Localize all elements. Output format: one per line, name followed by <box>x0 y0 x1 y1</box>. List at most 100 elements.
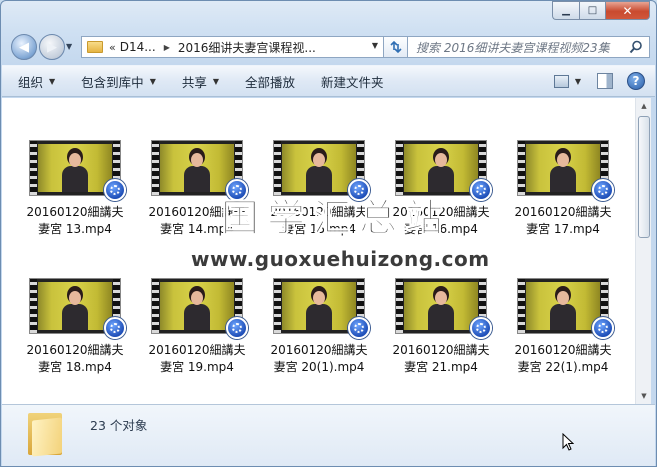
media-player-classic-icon <box>470 317 492 339</box>
refresh-button[interactable] <box>384 36 409 58</box>
file-name-line: 20160120細講夫 <box>392 343 490 357</box>
recent-pages-dropdown[interactable]: ▼ <box>66 42 72 51</box>
view-controls: ▼ ? <box>553 72 645 90</box>
video-file-thumbnail-icon <box>395 278 492 339</box>
file-item[interactable]: 20160120細講夫 妻宮 13.mp4 <box>20 140 130 238</box>
breadcrumb-segment[interactable]: D14... <box>120 40 156 54</box>
video-file-thumbnail-icon <box>273 140 370 201</box>
file-name: 20160120細講夫 妻宮 17.mp4 <box>508 204 618 238</box>
maximize-button[interactable]: □ <box>579 1 605 20</box>
breadcrumb-arrow-icon[interactable]: ▶ <box>164 43 170 52</box>
file-name: 20160120細講夫 妻宮 20(1).mp4 <box>264 342 374 376</box>
video-file-thumbnail-icon <box>151 140 248 201</box>
file-name: 20160120細講夫 妻宮 16.mp4 <box>386 204 496 238</box>
file-name-line: 20160120細講夫 <box>148 343 246 357</box>
file-item[interactable]: 20160120細講夫 妻宮 19.mp4 <box>142 278 252 376</box>
vertical-scrollbar[interactable]: ▲ ▼ <box>635 98 651 404</box>
organize-label: 组织 <box>18 74 44 90</box>
chevron-down-icon: ▼ <box>212 76 220 86</box>
file-name: 20160120細講夫 妻宮 18.mp4 <box>20 342 130 376</box>
play-all-button[interactable]: 全部播放 <box>245 72 295 91</box>
scroll-down-arrow[interactable]: ▼ <box>636 388 652 404</box>
close-button[interactable]: ✕ <box>605 1 650 20</box>
chevron-down-icon: ▼ <box>149 76 156 86</box>
file-name: 20160120細講夫 妻宮 15.mp4 <box>264 204 374 238</box>
file-name-line: 妻宮 19.mp4 <box>160 360 234 374</box>
scrollbar-thumb[interactable] <box>638 116 650 238</box>
details-pane: 23 个对象 <box>2 404 655 466</box>
file-name-line: 20160120細講夫 <box>514 343 612 357</box>
file-name: 20160120細講夫 妻宮 22(1).mp4 <box>508 342 618 376</box>
video-file-thumbnail-icon <box>151 278 248 339</box>
video-file-thumbnail-icon <box>29 140 126 201</box>
file-item[interactable]: 20160120細講夫 妻宮 17.mp4 <box>508 140 618 238</box>
video-file-thumbnail-icon <box>273 278 370 339</box>
file-name-line: 20160120細講夫 <box>26 205 124 219</box>
view-options-dropdown[interactable]: ▼ <box>575 77 581 86</box>
change-view-icon[interactable] <box>553 74 569 88</box>
media-player-classic-icon <box>226 317 248 339</box>
organize-menu[interactable]: 组织 ▼ <box>18 72 55 91</box>
media-player-classic-icon <box>470 179 492 201</box>
refresh-icon <box>390 40 402 54</box>
file-name-line: 20160120細講夫 <box>392 205 490 219</box>
back-button[interactable]: ◀ <box>11 34 37 60</box>
preview-pane-icon[interactable] <box>597 73 613 89</box>
file-item[interactable]: 20160120細講夫 妻宮 21.mp4 <box>386 278 496 376</box>
address-history-chevron[interactable]: « <box>109 41 116 54</box>
file-item[interactable]: 20160120細講夫 妻宮 18.mp4 <box>20 278 130 376</box>
address-dropdown-icon[interactable]: ▼ <box>372 41 378 50</box>
file-item[interactable]: 20160120細講夫 妻宮 16.mp4 <box>386 140 496 238</box>
share-label: 共享 <box>181 74 207 90</box>
file-name-line: 妻宮 17.mp4 <box>526 222 600 236</box>
folder-icon <box>87 41 103 53</box>
file-name: 20160120細講夫 妻宮 21.mp4 <box>386 342 496 376</box>
media-player-classic-icon <box>226 179 248 201</box>
media-player-classic-icon <box>104 179 126 201</box>
video-file-thumbnail-icon <box>517 278 614 339</box>
play-all-label: 全部播放 <box>245 74 296 90</box>
file-list: 20160120細講夫 妻宮 13.mp4 20160120細講夫 妻宮 14.mp4… <box>2 98 635 404</box>
scroll-up-arrow[interactable]: ▲ <box>636 98 652 114</box>
media-player-classic-icon <box>348 179 370 201</box>
search-placeholder: 搜索 2016细讲夫妻宫课程视频23集 <box>416 40 610 55</box>
address-bar[interactable]: « D14... ▶ 2016细讲夫妻宫课程视... ▼ <box>81 36 384 58</box>
new-folder-button[interactable]: 新建文件夹 <box>321 72 384 91</box>
file-item[interactable]: 20160120細講夫 妻宮 22(1).mp4 <box>508 278 618 376</box>
include-in-library-label: 包含到库中 <box>81 74 144 90</box>
file-item[interactable]: 20160120細講夫 妻宮 14.mp4 <box>142 140 252 238</box>
file-name-line: 妻宮 14.mp4 <box>160 222 234 236</box>
file-name: 20160120細講夫 妻宮 19.mp4 <box>142 342 252 376</box>
search-input[interactable]: 搜索 2016细讲夫妻宫课程视频23集 <box>407 36 650 58</box>
file-name-line: 妻宮 13.mp4 <box>38 222 112 236</box>
file-name: 20160120細講夫 妻宮 13.mp4 <box>20 204 130 238</box>
command-bar: 组织 ▼ 包含到库中 ▼ 共享 ▼ 全部播放 新建文件夹 ▼ ? <box>2 65 655 97</box>
media-player-classic-icon <box>348 317 370 339</box>
file-name-line: 20160120細講夫 <box>148 205 246 219</box>
media-player-classic-icon <box>104 317 126 339</box>
file-name-line: 妻宮 20(1).mp4 <box>273 360 365 374</box>
file-name-line: 20160120細講夫 <box>514 205 612 219</box>
file-name-line: 20160120細講夫 <box>270 343 368 357</box>
folder-icon <box>28 413 62 457</box>
breadcrumb-segment[interactable]: 2016细讲夫妻宫课程视... <box>178 39 316 56</box>
include-in-library-menu[interactable]: 包含到库中 ▼ <box>81 72 156 91</box>
chevron-down-icon: ▼ <box>49 76 56 86</box>
video-file-thumbnail-icon <box>395 140 492 201</box>
search-icon[interactable] <box>629 40 643 54</box>
help-icon[interactable]: ? <box>627 72 645 90</box>
minimize-button[interactable]: ▁ <box>552 1 579 20</box>
file-name-line: 妻宮 21.mp4 <box>404 360 478 374</box>
new-folder-label: 新建文件夹 <box>321 74 384 90</box>
file-name: 20160120細講夫 妻宮 14.mp4 <box>142 204 252 238</box>
caption-buttons: ▁ □ ✕ <box>552 1 650 20</box>
share-menu[interactable]: 共享 ▼ <box>182 72 219 91</box>
file-name-line: 妻宮 22(1).mp4 <box>517 360 609 374</box>
forward-button[interactable]: ▶ <box>39 34 65 60</box>
explorer-window: ▁ □ ✕ ◀ ▶ ▼ « D14... ▶ 2016细讲夫妻宫课程视... ▼… <box>0 0 657 467</box>
video-file-thumbnail-icon <box>517 140 614 201</box>
file-item[interactable]: 20160120細講夫 妻宮 15.mp4 <box>264 140 374 238</box>
file-item[interactable]: 20160120細講夫 妻宮 20(1).mp4 <box>264 278 374 376</box>
video-file-thumbnail-icon <box>29 278 126 339</box>
file-name-line: 20160120細講夫 <box>26 343 124 357</box>
